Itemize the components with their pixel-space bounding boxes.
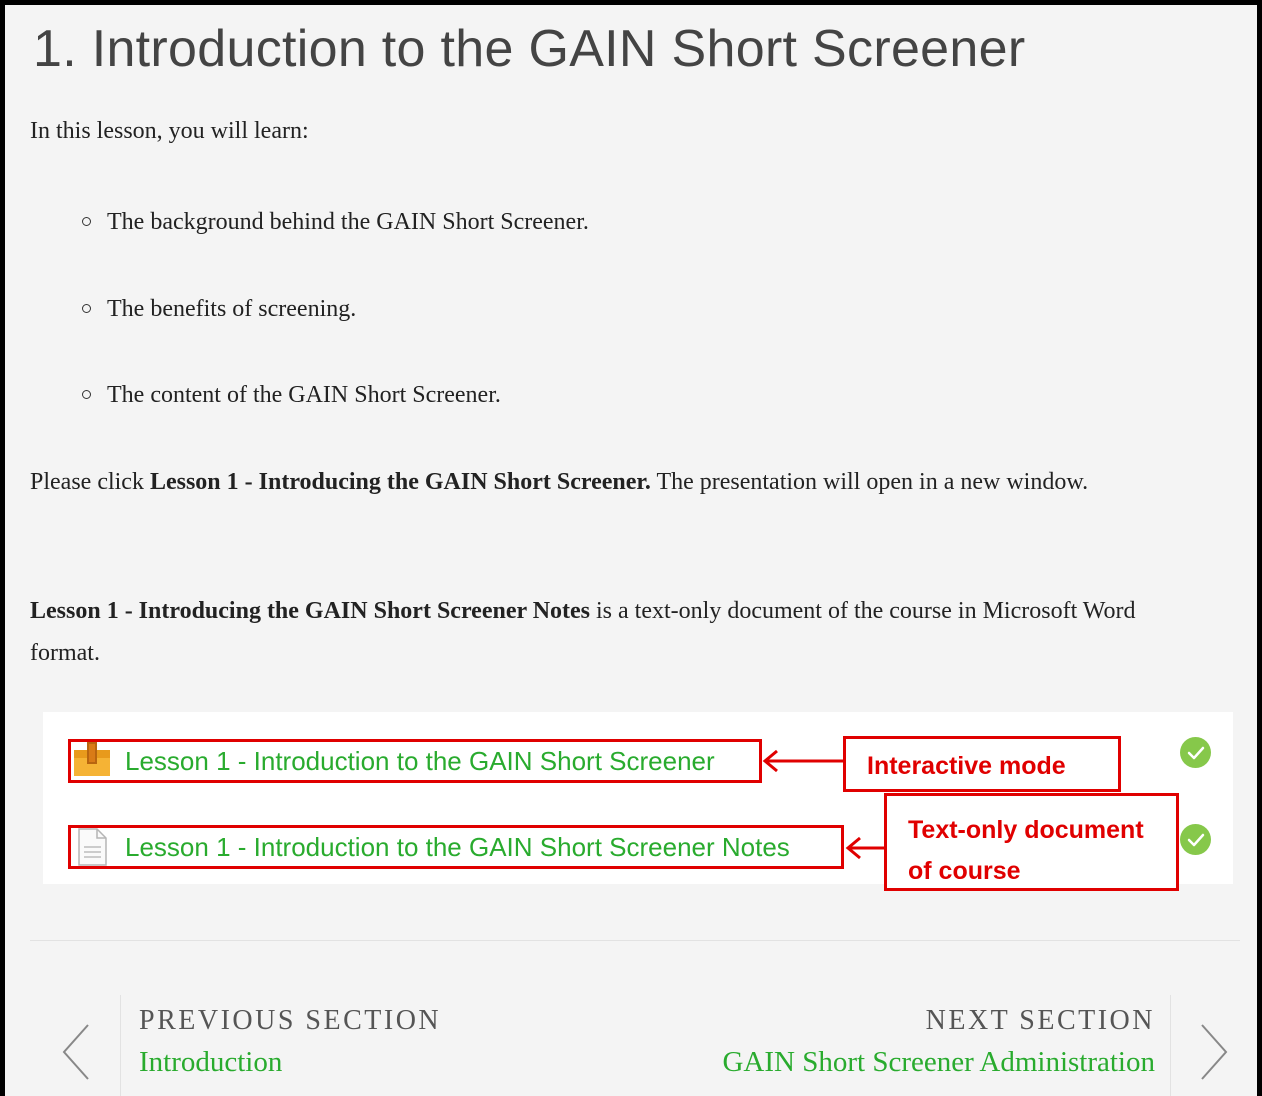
previous-section-heading: PREVIOUS SECTION — [139, 1005, 442, 1036]
list-item: The benefits of screening. — [81, 291, 589, 378]
completion-check-icon[interactable] — [1180, 824, 1211, 855]
chevron-left-icon[interactable] — [61, 1023, 91, 1081]
activity-label: Lesson 1 - Introduction to the GAIN Shor… — [125, 745, 715, 776]
intro-text: In this lesson, you will learn: — [30, 118, 309, 144]
lesson-page: 1. Introduction to the GAIN Short Screen… — [0, 0, 1262, 1096]
annotation-interactive-mode: Interactive mode — [843, 736, 1121, 792]
learning-points-list: The background behind the GAIN Short Scr… — [81, 204, 589, 464]
notes-info-text: Lesson 1 - Introducing the GAIN Short Sc… — [30, 598, 1136, 666]
activity-notes-document-link[interactable]: Lesson 1 - Introduction to the GAIN Shor… — [68, 825, 844, 869]
presentation-name: Lesson 1 - Introducing the GAIN Short Sc… — [149, 469, 651, 495]
next-section-nav[interactable]: NEXT SECTION GAIN Short Screener Adminis… — [645, 995, 1171, 1096]
activity-label: Lesson 1 - Introduction to the GAIN Shor… — [125, 831, 790, 862]
previous-section-nav[interactable]: PREVIOUS SECTION Introduction — [120, 995, 541, 1096]
bullet-icon — [82, 303, 91, 313]
package-icon — [73, 742, 111, 780]
annotation-text-only-document: Text-only document of course — [884, 793, 1179, 891]
divider — [30, 940, 1240, 941]
list-item: The background behind the GAIN Short Scr… — [81, 204, 589, 291]
previous-section-link[interactable]: Introduction — [139, 1046, 282, 1079]
instruction-text: Please click Lesson 1 - Introducing the … — [30, 469, 1089, 495]
page-title: 1. Introduction to the GAIN Short Screen… — [33, 20, 1026, 78]
notes-name: Lesson 1 - Introducing the GAIN Short Sc… — [30, 598, 591, 624]
completion-check-icon[interactable] — [1180, 737, 1211, 768]
arrow-left-icon — [845, 836, 887, 860]
next-section-link[interactable]: GAIN Short Screener Administration — [722, 1046, 1155, 1079]
chevron-right-icon[interactable] — [1199, 1023, 1229, 1081]
bullet-icon — [82, 217, 91, 226]
bullet-icon — [82, 390, 91, 399]
list-item: The content of the GAIN Short Screener. — [81, 377, 589, 464]
activity-interactive-lesson-link[interactable]: Lesson 1 - Introduction to the GAIN Shor… — [68, 739, 762, 783]
arrow-left-icon — [762, 749, 845, 773]
document-icon — [73, 828, 111, 866]
course-activities: Lesson 1 - Introduction to the GAIN Shor… — [43, 712, 1233, 891]
next-section-heading: NEXT SECTION — [925, 1005, 1155, 1036]
